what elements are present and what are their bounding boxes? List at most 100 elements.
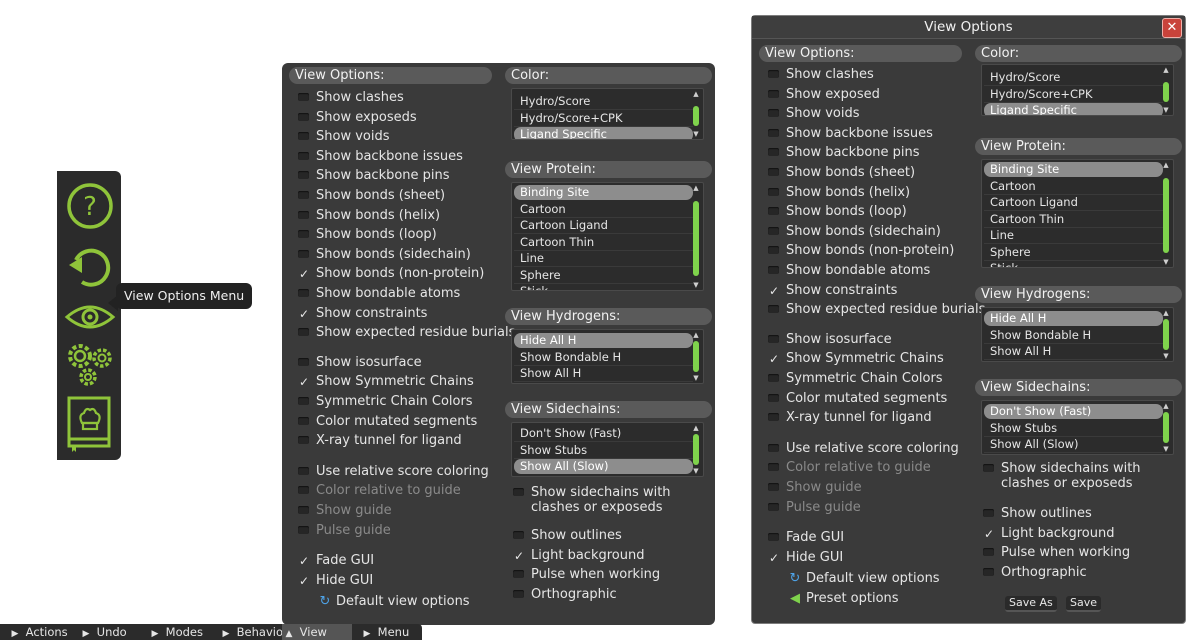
undo-button[interactable] [62,238,118,294]
list-item[interactable]: Hydro/Score [984,70,1163,86]
list-item[interactable]: Hide All H [514,333,693,348]
list-item[interactable]: Don't Show (Fast) [514,426,693,442]
scroll-up-icon[interactable]: ▲ [1161,161,1171,169]
scrollbar[interactable]: ▲ ▼ [1161,160,1171,267]
scroll-up-icon[interactable]: ▲ [1161,309,1171,317]
checkbox [768,129,779,137]
scrollbar[interactable]: ▲ ▼ [691,183,701,290]
scroll-down-icon[interactable]: ▼ [1161,258,1171,266]
checkbox [768,444,779,452]
menu-undo[interactable]: ▶ Undo [79,624,127,640]
list-item[interactable]: Cartoon [984,179,1163,195]
scroll-up-icon[interactable]: ▲ [691,184,701,192]
save-button[interactable]: Save [1066,596,1102,612]
option-label: Show Symmetric Chains [316,374,474,389]
scrollbar[interactable]: ▲ ▼ [691,330,701,383]
svg-text:?: ? [83,192,97,222]
checkbox [298,191,309,199]
option-label: Show sidechains with clashes or exposeds [531,485,671,515]
scroll-down-icon[interactable]: ▼ [1161,445,1171,453]
list-item[interactable]: Cartoon Thin [514,235,693,251]
menu-view[interactable]: ▲ View [282,624,352,640]
menu-actions[interactable]: ▶ Actions [8,624,68,640]
scroll-down-icon[interactable]: ▼ [691,467,701,475]
scroll-thumb[interactable] [1163,178,1169,253]
scroll-thumb[interactable] [693,341,699,372]
list-item[interactable]: Hide All H [984,311,1163,326]
scrollbar[interactable]: ▲ ▼ [1161,308,1171,361]
scroll-thumb[interactable] [1163,82,1169,102]
list-item[interactable]: Hydro/Score+CPK [984,87,1163,103]
help-button[interactable]: ? [62,179,118,235]
scroll-up-icon[interactable]: ▲ [1161,66,1171,74]
listbox-hydrogen-items[interactable]: Hide All H Show Bondable H Show All H ▲ ▼ [511,329,704,384]
option-label: Show bonds (sidechain) [786,224,941,239]
listbox-sidechain-items[interactable]: Don't Show (Fast) Show Stubs Show All (Slo… [511,422,704,477]
scroll-up-icon[interactable]: ▲ [691,331,701,339]
scroll-thumb[interactable] [1163,319,1169,350]
option-label: Show outlines [1001,506,1092,521]
scroll-thumb[interactable] [693,106,699,126]
menu-modes[interactable]: ▶ Modes [148,624,203,640]
list-item[interactable]: Show Stubs [984,421,1163,437]
checkbox [298,289,309,297]
scrollbar[interactable]: ▲ ▼ [691,89,701,139]
list-item[interactable]: Sphere [514,268,693,284]
listbox-protein-items[interactable]: Binding Site Cartoon Cartoon Ligand Cartoon… [511,182,704,291]
close-button[interactable]: ✕ [1162,18,1182,38]
scroll-up-icon[interactable]: ▲ [1161,402,1171,410]
modes-button[interactable] [62,336,118,392]
list-item[interactable]: Don't Show (Fast) [984,404,1163,419]
list-item[interactable]: Hydro/Score+CPK [514,111,693,127]
list-item[interactable]: Cartoon Ligand [514,218,693,234]
checkbox [298,436,309,444]
listbox-color-items[interactable]: Hydro/Score Hydro/Score+CPK Ligand Specifi… [981,64,1174,116]
list-item[interactable]: Line [514,251,693,267]
list-item[interactable]: Cartoon Ligand [984,195,1163,211]
cookbook-button[interactable] [62,393,118,452]
listbox-hydrogen-items[interactable]: Hide All H Show Bondable H Show All H ▲ ▼ [981,307,1174,362]
list-item[interactable]: Show All H [514,366,693,382]
list-item[interactable]: Show All H [984,344,1163,360]
scroll-up-icon[interactable]: ▲ [691,424,701,432]
scroll-thumb[interactable] [693,201,699,276]
scroll-up-icon[interactable]: ▲ [691,90,701,98]
list-item[interactable]: Sphere [984,245,1163,261]
listbox-protein-items[interactable]: Binding Site Cartoon Cartoon Ligand Cartoon… [981,159,1174,268]
checkbox [298,211,309,219]
list-item[interactable]: Show Bondable H [984,328,1163,344]
scroll-down-icon[interactable]: ▼ [1161,106,1171,114]
scroll-down-icon[interactable]: ▼ [691,281,701,289]
view-options-tooltip: View Options Menu [116,283,253,309]
scroll-down-icon[interactable]: ▼ [1161,352,1171,360]
list-item[interactable]: Line [984,228,1163,244]
list-item[interactable]: Cartoon Thin [984,212,1163,228]
list-item[interactable]: Cartoon [514,202,693,218]
list-item[interactable]: Show All (Slow) [514,459,693,474]
scrollbar[interactable]: ▲ ▼ [1161,401,1171,454]
scroll-down-icon[interactable]: ▼ [691,130,701,138]
menu-behavior[interactable]: ▶ Behavior [219,624,288,640]
list-item[interactable]: Binding Site [984,162,1163,177]
scroll-thumb[interactable] [1163,412,1169,443]
save-as-button[interactable]: Save As [1005,596,1057,612]
list-item[interactable]: Ligand Specific [984,103,1163,115]
list-item[interactable]: Show Stubs [514,443,693,459]
list-item[interactable]: Ligand Specific [514,127,693,139]
list-item[interactable]: Show Bondable H [514,350,693,366]
list-item[interactable]: Stick [984,261,1163,267]
list-item[interactable]: Binding Site [514,185,693,200]
list-item[interactable]: Show All (Slow) [984,437,1163,453]
menu-menu[interactable]: ▶ Menu [360,624,410,640]
list-item[interactable]: Stick [514,284,693,290]
list-item[interactable]: Hydro/Score [514,94,693,110]
gears-icon [68,344,112,386]
option-label: Show bonds (sidechain) [316,247,471,262]
scroll-thumb[interactable] [693,434,699,465]
checkbox [768,246,779,254]
listbox-color-items[interactable]: Hydro/Score Hydro/Score+CPK Ligand Specifi… [511,88,704,140]
scrollbar[interactable]: ▲ ▼ [691,423,701,476]
scrollbar[interactable]: ▲ ▼ [1161,65,1171,115]
scroll-down-icon[interactable]: ▼ [691,374,701,382]
listbox-sidechain-items[interactable]: Don't Show (Fast) Show Stubs Show All (Slo… [981,400,1174,455]
